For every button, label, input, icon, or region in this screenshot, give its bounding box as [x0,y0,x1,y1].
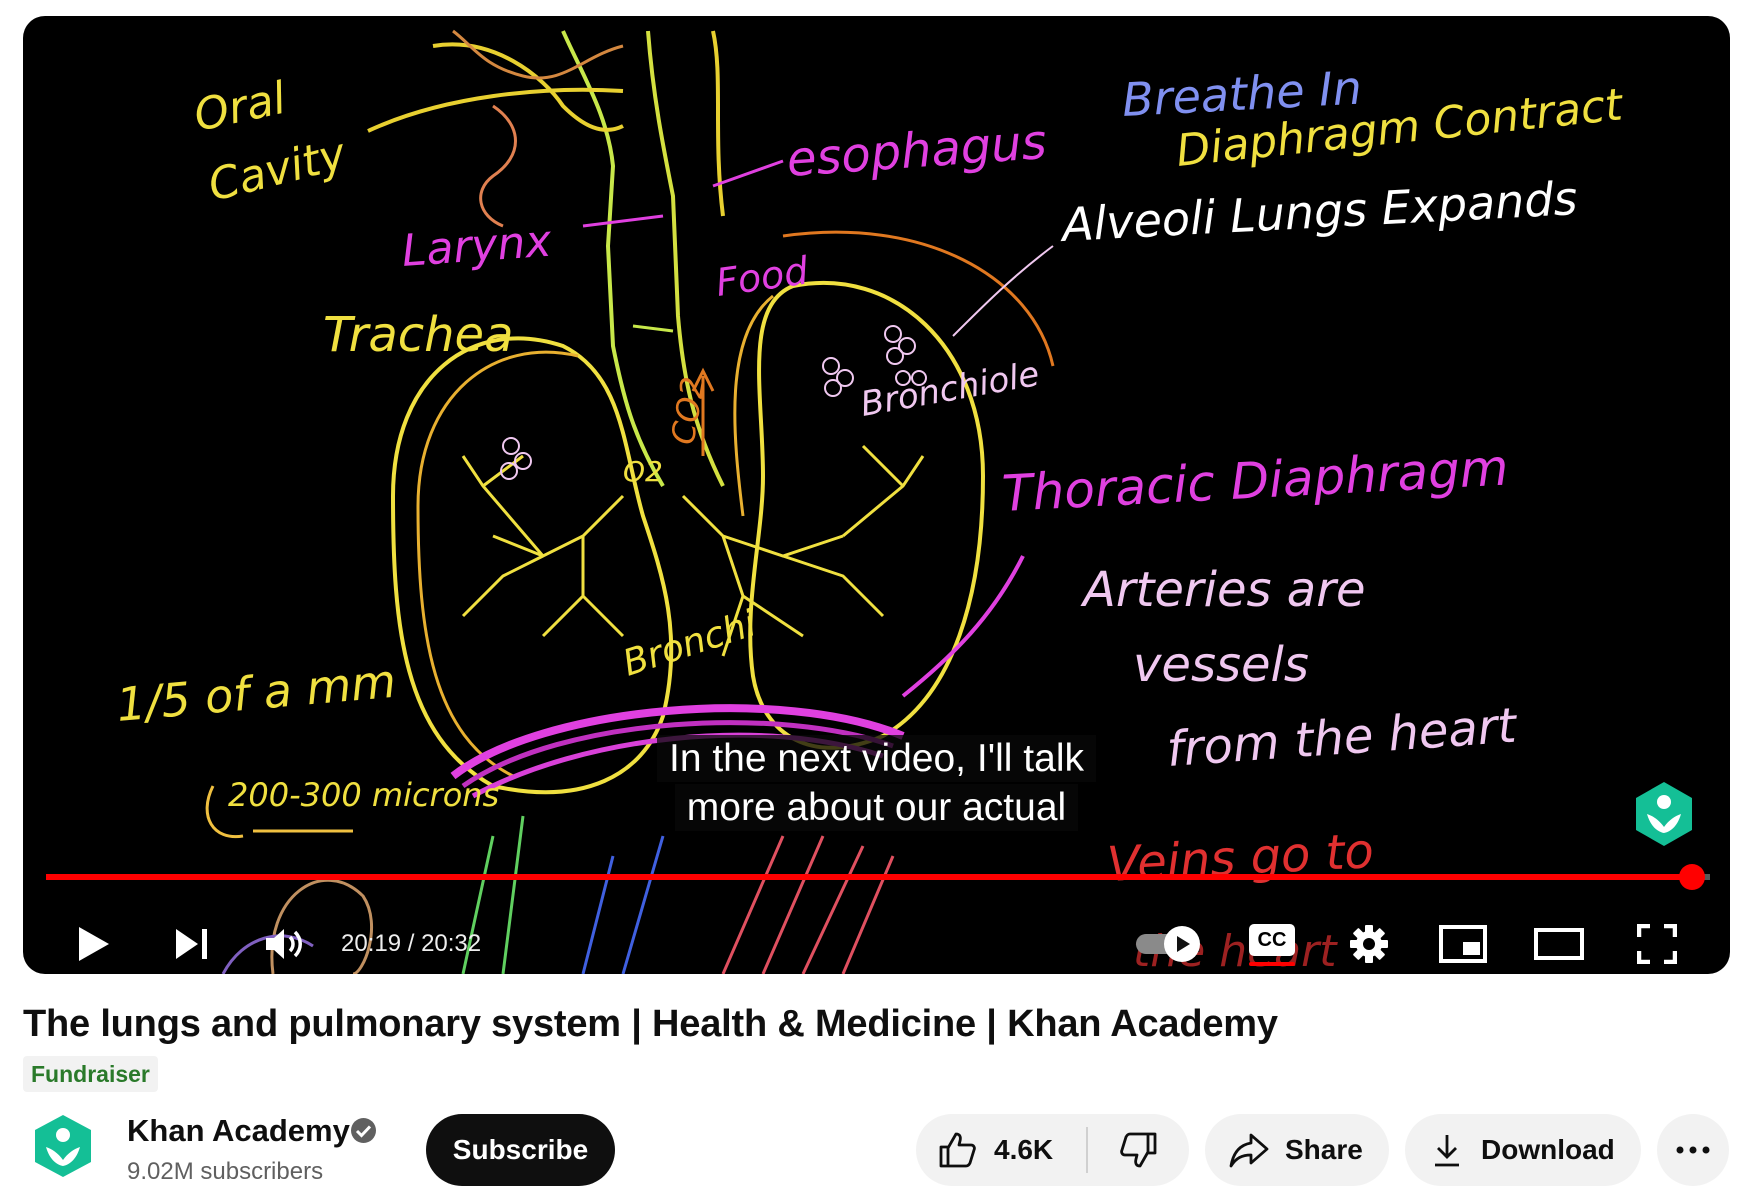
label-veins-go-to: Veins go to [1106,823,1375,893]
label-larynx: Larynx [400,216,554,277]
miniplayer-button[interactable] [1435,916,1491,972]
label-food: Food [713,248,812,305]
subscribe-button[interactable]: Subscribe [426,1114,615,1186]
video-title: The lungs and pulmonary system | Health … [23,1003,1278,1045]
miniplayer-icon [1439,925,1487,963]
theater-icon [1534,928,1584,960]
play-button[interactable] [65,916,123,972]
label-arteries-are: Arteries are [1080,562,1365,618]
next-icon [176,929,207,959]
label-vessels: vessels [1133,637,1309,693]
dislike-button[interactable] [1088,1114,1189,1186]
more-actions-button[interactable] [1657,1114,1729,1186]
khan-academy-watermark-icon[interactable] [1633,780,1695,848]
cc-active-indicator [1249,962,1295,966]
volume-button[interactable] [255,916,315,972]
label-o2: O2 [623,455,663,488]
next-video-button[interactable] [163,916,221,972]
label-bronchiole: Bronchiole [858,354,1043,425]
video-player[interactable]: Oral Cavity Larynx Trachea esophagus Foo… [23,16,1730,974]
progress-played [46,874,1692,880]
label-thoracic-diaphragm: Thoracic Diaphragm [1001,439,1510,523]
thumbs-down-icon [1119,1132,1156,1168]
download-icon [1435,1135,1459,1167]
volume-icon [266,929,302,959]
channel-name[interactable]: Khan Academy [127,1113,350,1149]
video-frame-whiteboard-drawing: Oral Cavity Larynx Trachea esophagus Foo… [114,29,1626,974]
label-from-the-heart: from the heart [1165,698,1520,778]
label-fifth-mm: 1/5 of a mm [114,654,398,732]
settings-button[interactable] [1343,916,1395,972]
share-button[interactable]: Share [1205,1114,1389,1186]
like-button[interactable]: 4.6K [916,1114,1086,1186]
label-esophagus: esophagus [785,114,1048,188]
gear-icon [1350,925,1388,963]
fullscreen-button[interactable] [1629,916,1685,972]
subscriber-count: 9.02M subscribers [127,1158,324,1185]
label-oral: Oral [190,73,291,142]
label-alveoli-lungs-expand: Alveoli Lungs Expands [1058,171,1579,252]
autoplay-toggle-icon [1136,926,1200,962]
share-label: Share [1285,1134,1363,1165]
autoplay-toggle[interactable] [1133,916,1205,972]
cc-icon: CC [1249,924,1295,956]
verified-check-icon [351,1118,376,1143]
fundraiser-badge[interactable]: Fundraiser [23,1056,158,1092]
label-trachea: Trachea [323,307,514,363]
label-cavity: Cavity [203,128,351,211]
thumbs-up-icon [939,1132,976,1168]
more-icon [1676,1146,1710,1154]
fullscreen-icon [1637,924,1677,964]
label-microns: 200-300 microns [228,776,499,814]
time-display: 20:19 / 20:32 [341,930,482,957]
download-label: Download [1481,1134,1615,1165]
label-bronchi: Bronchi [618,603,761,684]
label-co2: CO2 [663,374,712,447]
share-icon [1229,1133,1269,1168]
progress-bar[interactable] [46,864,1710,890]
like-dislike-group: 4.6K [916,1114,1189,1186]
play-icon [79,927,109,961]
download-button[interactable]: Download [1405,1114,1641,1186]
theater-mode-button[interactable] [1531,916,1587,972]
progress-scrubber-handle[interactable] [1678,864,1705,890]
channel-avatar[interactable] [32,1113,94,1179]
like-count: 4.6K [994,1134,1054,1165]
subtitles-button[interactable]: CC [1246,916,1298,972]
